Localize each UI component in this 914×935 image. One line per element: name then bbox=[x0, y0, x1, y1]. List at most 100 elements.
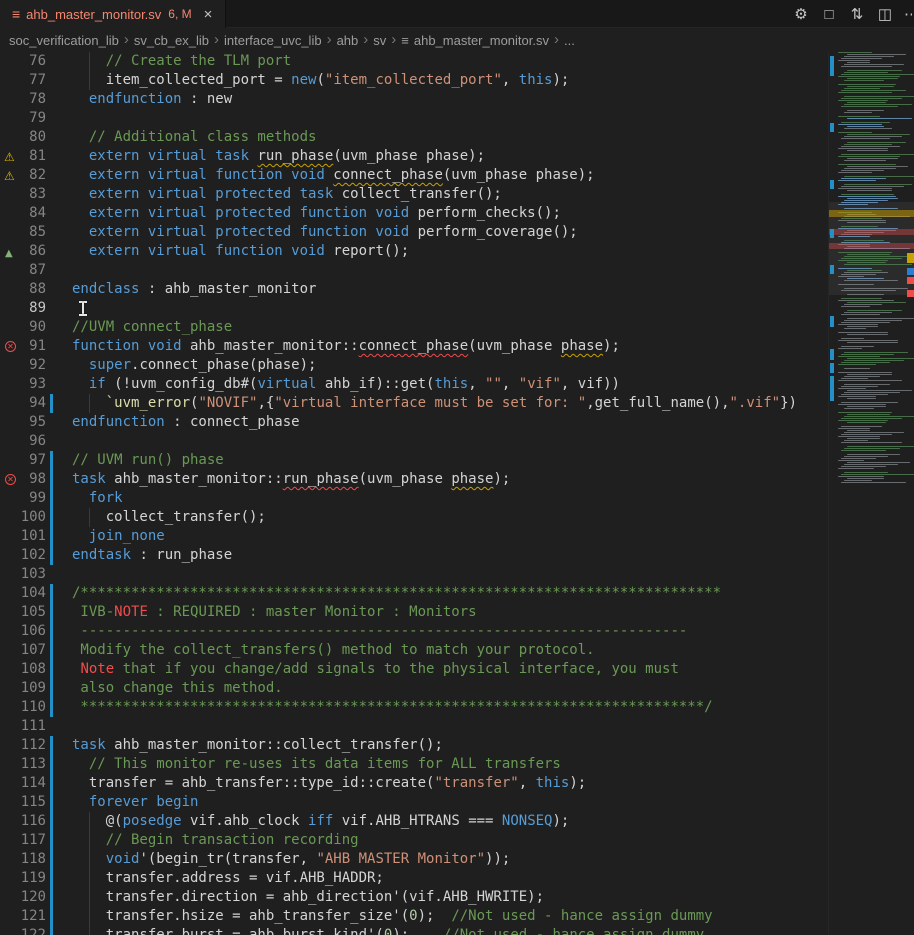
breadcrumb-item[interactable]: ahb bbox=[337, 33, 359, 48]
minimap-line bbox=[838, 404, 886, 405]
code-line[interactable]: 79 bbox=[0, 109, 828, 128]
code-line[interactable]: 109 also change this method. bbox=[0, 679, 828, 698]
line-number: 94 bbox=[0, 394, 46, 413]
code-line[interactable]: 104/************************************… bbox=[0, 584, 828, 603]
code-editor[interactable]: 76 // Create the TLM port77 item_collect… bbox=[0, 52, 914, 935]
minimap-modified-mark bbox=[830, 56, 834, 76]
code-line[interactable]: 113 // This monitor re-uses its data ite… bbox=[0, 755, 828, 774]
minimap-line bbox=[838, 156, 900, 157]
code-line[interactable]: 86▲ extern virtual function void report(… bbox=[0, 242, 828, 261]
code-line[interactable]: 106 ------------------------------------… bbox=[0, 622, 828, 641]
minimap-line bbox=[844, 112, 872, 113]
code-line[interactable]: 100 collect_transfer(); bbox=[0, 508, 828, 527]
modified-line-indicator bbox=[50, 812, 53, 831]
breadcrumb-item-symbol[interactable]: ... bbox=[564, 33, 575, 48]
code-line[interactable]: 96 bbox=[0, 432, 828, 451]
code-line[interactable]: 84 extern virtual protected function voi… bbox=[0, 204, 828, 223]
minimap-line bbox=[841, 394, 888, 395]
code-line[interactable]: 81⚠ extern virtual task run_phase(uvm_ph… bbox=[0, 147, 828, 166]
code-line[interactable]: 120 transfer.direction = ahb_direction'(… bbox=[0, 888, 828, 907]
minimap-line bbox=[841, 138, 890, 139]
minimap[interactable] bbox=[828, 52, 914, 935]
code-line[interactable]: 83 extern virtual protected task collect… bbox=[0, 185, 828, 204]
modified-line-indicator bbox=[50, 603, 53, 622]
code-line[interactable]: 93 if (!uvm_config_db#(virtual ahb_if)::… bbox=[0, 375, 828, 394]
minimap-line bbox=[841, 274, 876, 275]
code-line[interactable]: 116 @(posedge vif.ahb_clock iff vif.AHB_… bbox=[0, 812, 828, 831]
code-line[interactable]: 121 transfer.hsize = ahb_transfer_size'(… bbox=[0, 907, 828, 926]
code-line[interactable]: 97// UVM run() phase bbox=[0, 451, 828, 470]
settings-gear-icon[interactable]: ⚙ bbox=[792, 5, 810, 23]
square-icon[interactable]: □ bbox=[820, 6, 838, 23]
code-line[interactable]: 111 bbox=[0, 717, 828, 736]
minimap-line bbox=[844, 56, 894, 57]
code-lines[interactable]: 76 // Create the TLM port77 item_collect… bbox=[0, 52, 828, 935]
breadcrumb-item[interactable]: soc_verification_lib bbox=[9, 33, 119, 48]
code-line[interactable]: 76 // Create the TLM port bbox=[0, 52, 828, 71]
sv-file-icon: ≡ bbox=[12, 6, 20, 22]
minimap-line bbox=[844, 200, 888, 201]
minimap-line bbox=[838, 220, 886, 221]
modified-line-indicator bbox=[50, 641, 53, 660]
code-line[interactable]: 88endclass : ahb_master_monitor bbox=[0, 280, 828, 299]
breadcrumb-item[interactable]: interface_uvc_lib bbox=[224, 33, 322, 48]
code-line[interactable]: 103 bbox=[0, 565, 828, 584]
code-line[interactable]: 115 forever begin bbox=[0, 793, 828, 812]
minimap-line bbox=[847, 78, 898, 79]
code-line[interactable]: 91✕function void ahb_master_monitor::con… bbox=[0, 337, 828, 356]
code-line[interactable]: 117 // Begin transaction recording bbox=[0, 831, 828, 850]
minimap-line bbox=[838, 100, 888, 101]
code-line[interactable]: 102endtask : run_phase bbox=[0, 546, 828, 565]
code-line[interactable]: 99 fork bbox=[0, 489, 828, 508]
minimap-line bbox=[838, 476, 884, 477]
code-line[interactable]: 110 ************************************… bbox=[0, 698, 828, 717]
minimap-line bbox=[838, 348, 862, 349]
line-number: 122 bbox=[0, 926, 46, 935]
code-line[interactable]: 98✕task ahb_master_monitor::run_phase(uv… bbox=[0, 470, 828, 489]
code-line[interactable]: 87 bbox=[0, 261, 828, 280]
code-line[interactable]: 89 bbox=[0, 299, 828, 318]
modified-line-indicator bbox=[50, 660, 53, 679]
modified-line-indicator bbox=[50, 736, 53, 755]
modified-line-indicator bbox=[50, 698, 53, 717]
code-line[interactable]: 119 transfer.address = vif.AHB_HADDR; bbox=[0, 869, 828, 888]
minimap-line bbox=[841, 466, 886, 467]
code-line[interactable]: 90//UVM connect_phase bbox=[0, 318, 828, 337]
minimap-line bbox=[844, 352, 908, 353]
more-actions-icon[interactable]: ⋯ bbox=[904, 5, 912, 23]
line-number: 93 bbox=[0, 375, 46, 394]
code-line[interactable]: 114 transfer = ahb_transfer::type_id::cr… bbox=[0, 774, 828, 793]
split-editor-icon[interactable]: ◫ bbox=[876, 5, 894, 23]
tab-close-icon[interactable]: × bbox=[204, 7, 213, 22]
code-line[interactable]: 112task ahb_master_monitor::collect_tran… bbox=[0, 736, 828, 755]
warning-icon: ⚠ bbox=[4, 148, 15, 167]
code-line[interactable]: 101 join_none bbox=[0, 527, 828, 546]
code-line[interactable]: 77 item_collected_port = new("item_colle… bbox=[0, 71, 828, 90]
breadcrumb-item[interactable]: sv bbox=[373, 33, 386, 48]
minimap-line bbox=[847, 70, 902, 71]
code-line[interactable]: 105 IVB-NOTE : REQUIRED : master Monitor… bbox=[0, 603, 828, 622]
code-line[interactable]: 107 Modify the collect_transfers() metho… bbox=[0, 641, 828, 660]
minimap-line bbox=[838, 284, 874, 285]
compare-changes-icon[interactable]: ⇅ bbox=[848, 5, 866, 23]
code-line[interactable]: 95endfunction : connect_phase bbox=[0, 413, 828, 432]
code-line[interactable]: 94 `uvm_error("NOVIF",{"virtual interfac… bbox=[0, 394, 828, 413]
code-line[interactable]: 108 Note that if you change/add signals … bbox=[0, 660, 828, 679]
code-line[interactable]: 82⚠ extern virtual function void connect… bbox=[0, 166, 828, 185]
code-line[interactable]: 80 // Additional class methods bbox=[0, 128, 828, 147]
minimap-line bbox=[841, 474, 914, 475]
code-line[interactable]: 78 endfunction : new bbox=[0, 90, 828, 109]
code-line[interactable]: 118 void'(begin_tr(transfer, "AHB MASTER… bbox=[0, 850, 828, 869]
code-line[interactable]: 85 extern virtual protected function voi… bbox=[0, 223, 828, 242]
minimap-line bbox=[844, 448, 900, 449]
line-number: 114 bbox=[0, 774, 46, 793]
code-line[interactable]: 92 super.connect_phase(phase); bbox=[0, 356, 828, 375]
minimap-line bbox=[847, 374, 892, 375]
tab-ahb-master-monitor[interactable]: ≡ ahb_master_monitor.sv 6, M × bbox=[0, 0, 226, 28]
breadcrumb-item[interactable]: sv_cb_ex_lib bbox=[134, 33, 209, 48]
breadcrumb-item-file[interactable]: ahb_master_monitor.sv bbox=[414, 33, 549, 48]
minimap-line bbox=[844, 376, 880, 377]
tab-title: ahb_master_monitor.sv bbox=[26, 7, 161, 22]
minimap-line bbox=[838, 260, 888, 261]
code-line[interactable]: 122 transfer.burst = ahb_burst_kind'(0);… bbox=[0, 926, 828, 935]
